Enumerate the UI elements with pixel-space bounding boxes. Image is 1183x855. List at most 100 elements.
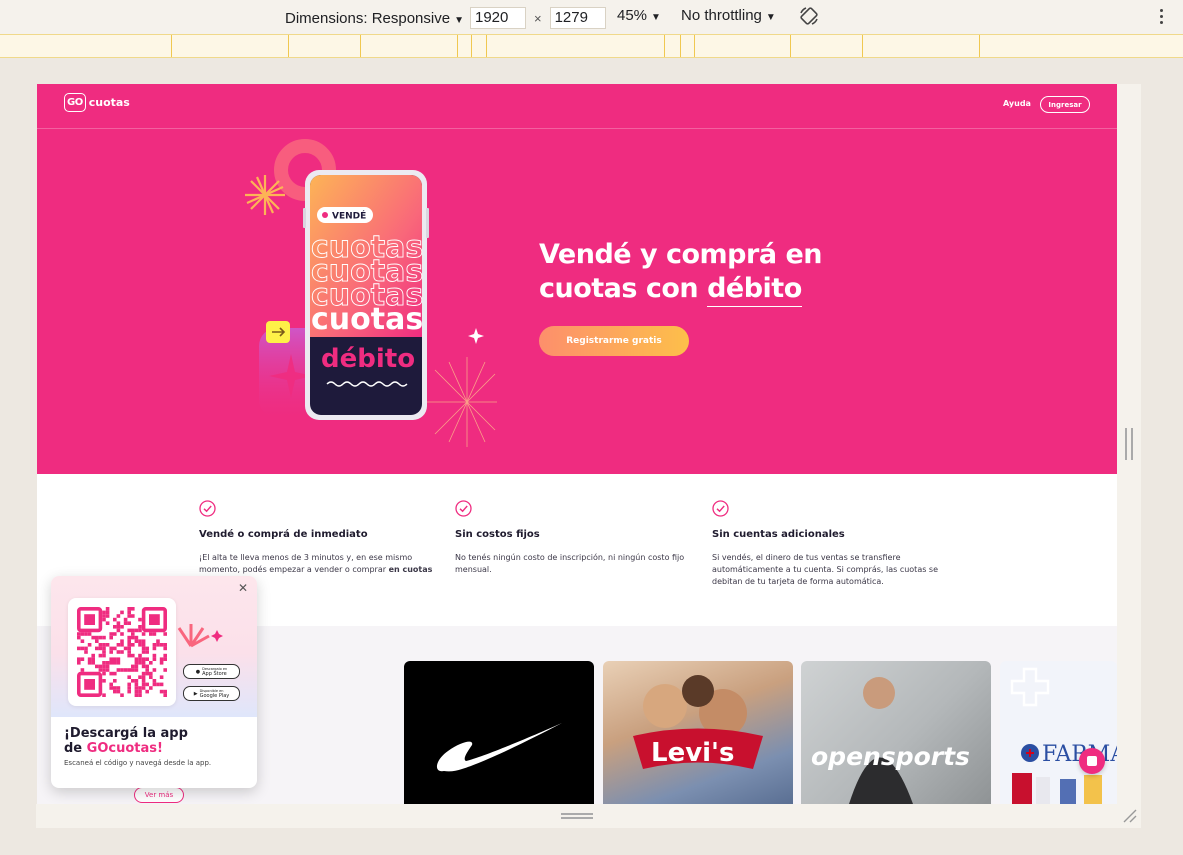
check-circle-icon [455,500,472,517]
qr-module [113,632,117,636]
media-query-ruler [0,34,1183,58]
throttling-dropdown[interactable]: No throttling ▼ [681,7,776,24]
qr-module [138,625,142,629]
app-store-badge[interactable]: ● Descargalo en App Store [183,664,240,679]
qr-module [134,682,139,687]
qr-module [116,650,121,654]
qr-module [109,646,113,651]
qr-module [109,686,113,690]
qr-module [80,668,85,672]
qr-module [149,661,153,665]
opensports-logo: opensports [811,677,970,804]
qr-module [138,617,142,622]
qr-module [152,657,157,661]
qr-module [149,671,153,676]
play-icon: ▶ [193,690,198,697]
rotate-icon[interactable] [798,5,820,27]
qr-module [138,643,142,647]
farma-logo: FARMA [1010,667,1117,804]
qr-module [159,657,164,661]
qr-module [127,628,131,633]
qr-module [134,668,139,672]
qr-module [138,639,142,643]
width-input[interactable]: 1920 [469,7,526,29]
nav-help-link[interactable]: Ayuda [1003,99,1031,108]
google-play-badge[interactable]: ▶ Disponible en Google Play [183,686,240,701]
qr-module [145,689,149,694]
dimensions-dropdown[interactable]: Dimensions: Responsive ▼ [285,10,464,27]
qr-module [95,635,99,640]
brand-card-levis[interactable]: Levi's [603,661,793,804]
brand-card-opensports[interactable]: opensports [801,661,991,804]
qr-module [116,643,121,647]
qr-module [131,643,135,647]
close-icon[interactable]: ✕ [237,582,249,594]
app-download-popup: ● Descargalo en App Store ▶ Disponible en… [51,576,257,788]
qr-module [156,643,160,647]
dimensions-label: Dimensions: Responsive [285,9,451,27]
zoom-dropdown[interactable]: 45% ▼ [617,7,661,24]
qr-module [163,646,167,651]
qr-module [91,635,95,640]
qr-module [159,675,164,679]
qr-module [113,679,117,683]
qr-module [149,686,153,690]
login-button[interactable]: Ingresar [1040,96,1090,113]
qr-module [141,686,146,690]
qr-module [134,628,139,633]
qr-module [80,646,85,651]
resize-handle-right[interactable] [1125,428,1133,460]
chat-button[interactable] [1079,748,1105,774]
resize-handle-bottom[interactable] [561,813,593,819]
qr-module [149,632,153,636]
qr-module [127,668,131,672]
qr-module [127,686,131,690]
brand-card-farma[interactable]: FARMA [1000,661,1117,804]
qr-module [91,653,95,658]
qr-module [102,610,106,615]
brand-card-nike[interactable] [404,661,594,804]
qr-module [131,614,135,618]
qr-module [163,632,167,636]
height-input[interactable]: 1279 [549,7,606,29]
popup-title: ¡Descargá la app de GOcuotas! [64,726,188,756]
app-store-label: Descargalo en App Store [202,667,227,677]
qr-module [109,661,113,665]
qr-module [120,632,124,636]
more-options-icon[interactable] [1154,5,1168,27]
qr-module [163,668,167,672]
qr-module [102,617,106,622]
hero-phone-illustration: VENDÉ cuotas cuotas cuotas cuotas débito [245,139,497,447]
qr-module [102,635,106,640]
site-logo[interactable]: GO cuotas [64,93,130,112]
qr-module [105,664,110,669]
qr-module [98,668,103,672]
qr-module [138,689,142,694]
qr-module [102,671,106,676]
qr-module [113,625,117,629]
see-more-button[interactable]: Ver más [134,787,184,803]
qr-module [102,650,106,654]
qr-module [91,657,95,661]
register-button[interactable]: Registrarme gratis [539,326,689,356]
qr-module [138,628,142,633]
qr-module [84,650,88,654]
qr-module [138,657,142,661]
levis-logo: Levi's [633,675,763,769]
qr-module [120,693,124,697]
app-store-text: App Store [202,670,227,677]
qr-module [163,689,167,694]
popup-subtitle: Escaneá el código y navegá desde la app. [64,759,212,767]
qr-module [102,693,106,697]
qr-module [116,628,121,633]
qr-module [134,693,139,697]
qr-module [98,653,103,658]
qr-module [95,646,99,651]
qr-module [116,621,121,625]
apple-icon: ● [195,668,201,675]
hero-title-line2-prefix: cuotas con [539,273,708,304]
qr-module [127,646,131,651]
qr-finder-center [84,614,95,625]
resize-handle-corner[interactable] [1120,808,1138,824]
qr-module [102,643,106,647]
